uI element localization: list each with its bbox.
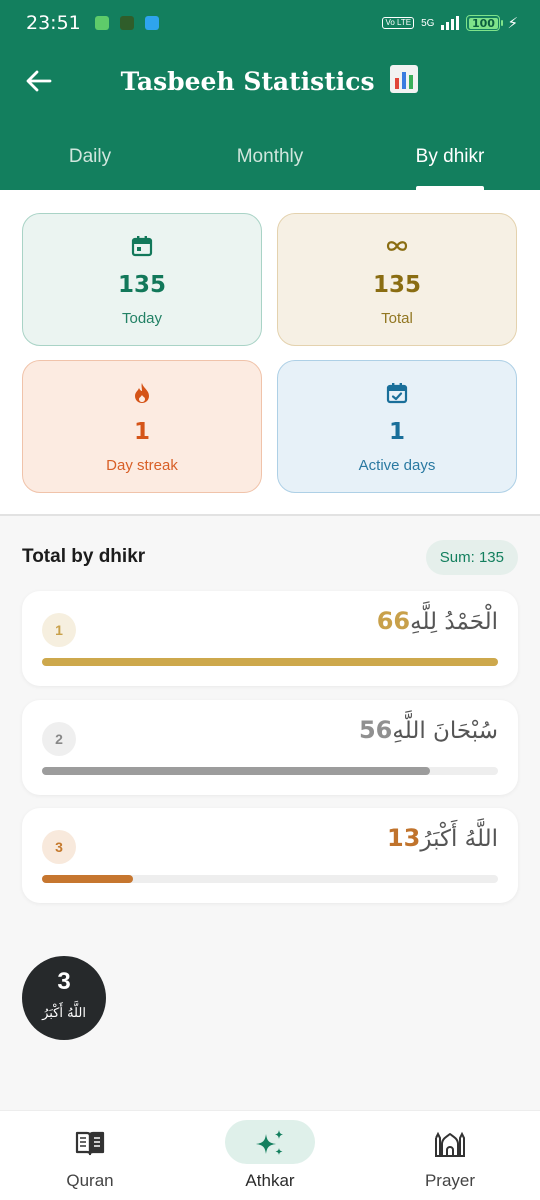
dhikr-row[interactable]: 1 66الْحَمْدُ لِلَّهِ — [22, 591, 518, 686]
dhikr-text: اللَّهُ أَكْبَرُ — [420, 826, 498, 852]
nav-quran[interactable]: Quran — [0, 1111, 180, 1200]
infinity-icon — [386, 241, 408, 251]
battery-level: 100 — [471, 16, 495, 30]
tasbeeh-counter-button[interactable]: 3 اللَّهُ أَكْبَرُ — [22, 956, 106, 1040]
section-title: Total by dhikr — [22, 546, 146, 567]
rank-badge: 1 — [42, 613, 76, 647]
rank-badge: 3 — [42, 830, 76, 864]
active-days-card: 1 Active days — [277, 360, 517, 493]
signal-icon — [441, 16, 460, 30]
network-type: 5G — [421, 17, 435, 29]
book-icon — [75, 1131, 105, 1156]
tab-bar: Daily Monthly By dhikr — [0, 132, 540, 190]
dhikr-row[interactable]: 2 56سُبْحَانَ اللَّهِ — [22, 700, 518, 795]
nav-prayer[interactable]: Prayer — [360, 1111, 540, 1200]
fire-icon — [135, 383, 149, 403]
progress-track — [42, 767, 498, 775]
app-header: 23:51 Vo LTE 5G 100 ⚡ Tasbeeh Statistics — [0, 0, 540, 190]
progress-fill — [42, 875, 134, 883]
twitter-icon — [144, 16, 159, 30]
chat-app-icon — [94, 16, 109, 30]
progress-track — [42, 875, 498, 883]
tab-monthly[interactable]: Monthly — [180, 132, 360, 190]
nav-label: Quran — [66, 1171, 114, 1190]
streak-value: 1 — [133, 419, 150, 445]
today-card: 135 Today — [22, 213, 262, 346]
nav-label: Athkar — [245, 1171, 295, 1190]
active-days-value: 1 — [388, 419, 405, 445]
calendar-icon — [131, 236, 153, 257]
progress-track — [42, 658, 498, 666]
stats-cards: 135 Today 135 Total 1 Day streak 1 Activ… — [0, 190, 540, 516]
total-card: 135 Total — [277, 213, 517, 346]
counter-value: 3 — [57, 968, 71, 995]
battery-icon: 100 — [466, 15, 504, 31]
dhikr-text: الْحَمْدُ لِلَّهِ — [410, 609, 498, 635]
status-time: 23:51 — [26, 12, 81, 34]
nav-label: Prayer — [424, 1171, 476, 1190]
progress-fill — [42, 767, 430, 775]
today-label: Today — [121, 310, 163, 327]
dhikr-label: 13اللَّهُ أَكْبَرُ — [387, 824, 498, 853]
bar-chart-icon — [390, 65, 419, 93]
streak-card: 1 Day streak — [22, 360, 262, 493]
charging-icon: ⚡ — [507, 15, 518, 32]
sparkle-icon — [256, 1130, 283, 1155]
mosque-icon — [435, 1131, 465, 1157]
dhikr-count: 13 — [386, 824, 421, 852]
total-value: 135 — [372, 272, 421, 298]
today-value: 135 — [117, 272, 166, 298]
dhikr-count: 66 — [376, 607, 411, 635]
total-label: Total — [381, 310, 413, 327]
page-title: Tasbeeh Statistics — [0, 64, 540, 96]
calendar-check-icon — [386, 383, 408, 404]
nav-athkar[interactable]: Athkar — [180, 1111, 360, 1200]
active-days-label: Active days — [358, 457, 436, 474]
sum-badge: Sum: 135 — [425, 540, 518, 575]
bottom-nav: Quran Athkar Prayer — [0, 1110, 540, 1200]
dhikr-label: 66الْحَمْدُ لِلَّهِ — [377, 607, 498, 636]
dhikr-count: 56 — [358, 716, 393, 744]
status-bar: 23:51 Vo LTE 5G 100 ⚡ — [0, 0, 540, 46]
streak-label: Day streak — [106, 457, 178, 474]
tab-daily[interactable]: Daily — [0, 132, 180, 190]
quran-app-icon — [119, 16, 134, 30]
rank-badge: 2 — [42, 722, 76, 756]
progress-fill — [42, 658, 498, 666]
dhikr-label: 56سُبْحَانَ اللَّهِ — [359, 716, 498, 745]
dhikr-text: سُبْحَانَ اللَّهِ — [392, 718, 498, 744]
dhikr-row[interactable]: 3 13اللَّهُ أَكْبَرُ — [22, 808, 518, 903]
page-title-text: Tasbeeh Statistics — [120, 67, 375, 96]
volte-badge: Vo LTE — [382, 17, 415, 29]
counter-dhikr: اللَّهُ أَكْبَرُ — [42, 1006, 86, 1021]
tab-by-dhikr[interactable]: By dhikr — [360, 132, 540, 190]
